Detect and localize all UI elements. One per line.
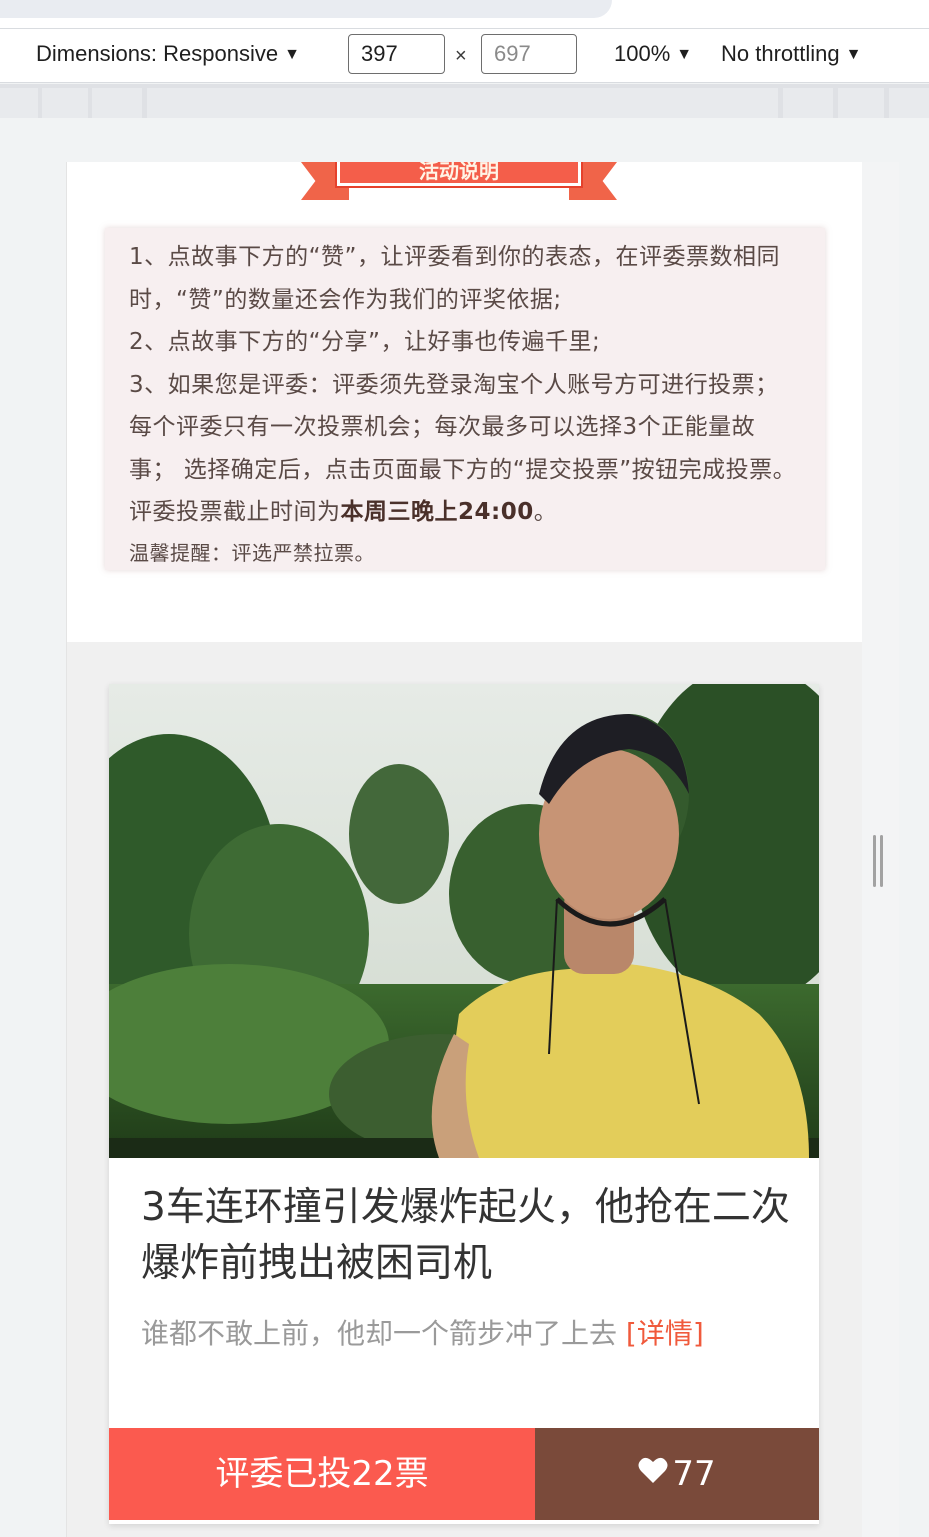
judge-vote-button[interactable]: 评委已投22票 [109,1428,535,1520]
zoom-label: 100% [614,41,671,66]
height-input[interactable]: 697 [481,34,577,74]
rule-line-1: 1、点故事下方的“赞”，让评委看到你的表态，在评委票数相同时，“赞”的数量还会作… [129,244,780,313]
throttling-dropdown[interactable]: No throttling ▼ [721,41,861,67]
ribbon-title: 活动说明 [335,162,583,188]
like-button[interactable]: 77 [535,1428,819,1520]
ruler-segment[interactable] [838,88,884,118]
throttling-label: No throttling [721,41,840,66]
story-subtitle-text: 谁都不敢上前，他却一个箭步冲了上去 [141,1317,626,1350]
rules-card: 活动说明 1、点故事下方的“赞”，让评委看到你的表态，在评委票数相同时，“赞”的… [67,162,862,642]
heart-icon [638,1427,668,1519]
deadline-text: 本周三晚上24:00 [340,499,534,525]
rule-line-3-end: 。 [533,499,558,525]
ruler-segment[interactable] [42,88,88,118]
chevron-down-icon: ▼ [845,46,862,63]
like-count: 77 [672,1454,716,1494]
story-photo-image [109,684,819,1158]
story-title[interactable]: 3车连环撞引发爆炸起火，他抢在二次爆炸前拽出被困司机 [141,1180,791,1292]
zoom-dropdown[interactable]: 100% ▼ [614,41,692,67]
rule-line-3: 3、如果您是评委：评委须先登录淘宝个人账号方可进行投票；每个评委只有一次投票机会… [129,364,801,534]
chevron-down-icon: ▼ [284,46,300,63]
dimensions-label: Dimensions: Responsive [36,41,279,66]
width-input[interactable]: 397 [348,34,445,74]
browser-tab-strip [0,0,929,28]
ruler-segment[interactable] [0,88,38,118]
story-photo[interactable] [109,684,819,1158]
ruler-segment[interactable] [889,88,929,118]
story-card[interactable]: 3车连环撞引发爆炸起火，他抢在二次爆炸前拽出被困司机 谁都不敢上前，他却一个箭步… [109,684,819,1524]
ruler-segment[interactable] [783,88,833,118]
chevron-down-icon: ▼ [676,46,693,63]
times-sign: × [455,45,467,67]
rules-text-box: 1、点故事下方的“赞”，让评委看到你的表态，在评委票数相同时，“赞”的数量还会作… [105,228,825,570]
device-toolbar: Dimensions: Responsive ▼ 397 × 697 100% ▼ … [0,28,929,83]
resize-handle[interactable] [873,835,885,887]
rule-tip: 温馨提醒：评选严禁拉票。 [129,540,375,565]
rules-ribbon: 活动说明 [301,162,617,204]
media-query-ruler[interactable] [0,84,929,118]
ruler-segment[interactable] [147,88,778,118]
ruler-segment[interactable] [92,88,142,118]
story-subtitle: 谁都不敢上前，他却一个箭步冲了上去 [详情] [141,1312,801,1352]
dimensions-dropdown[interactable]: Dimensions: Responsive ▼ [36,41,300,67]
rule-line-2: 2、点故事下方的“分享”，让好事也传遍千里; [129,329,601,355]
device-viewport: 活动说明 1、点故事下方的“赞”，让评委看到你的表态，在评委票数相同时，“赞”的… [66,162,862,1537]
detail-link[interactable]: [详情] [626,1317,704,1350]
active-tab[interactable] [0,0,612,18]
